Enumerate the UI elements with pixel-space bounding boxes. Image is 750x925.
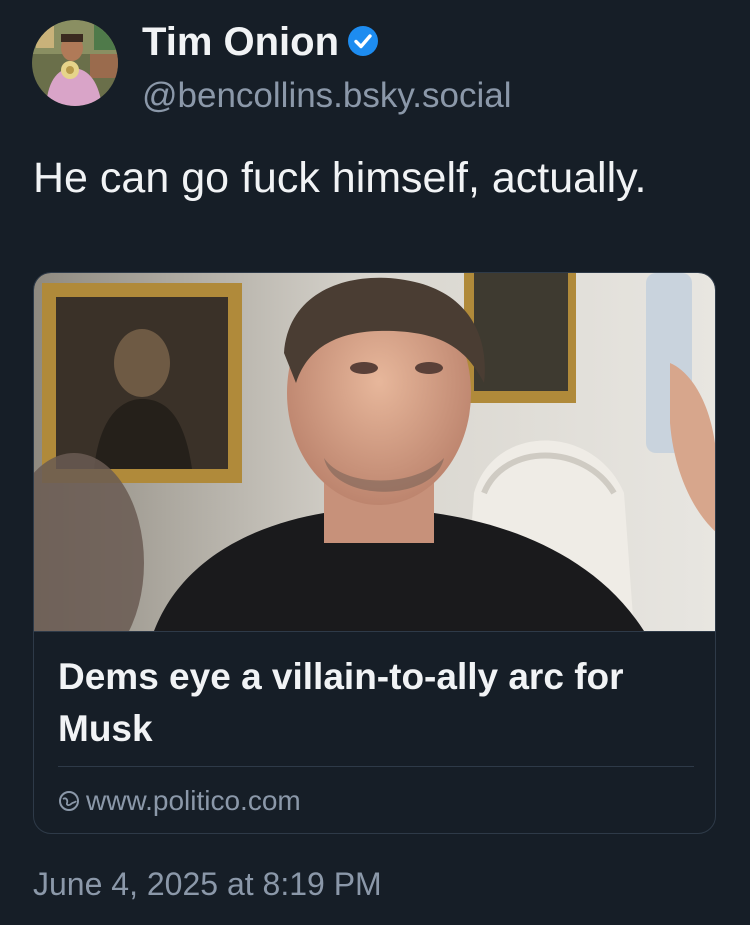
post-timestamp[interactable]: June 4, 2025 at 8:19 PM: [33, 866, 382, 903]
post: Tim Onion @bencollins.bsky.social He can…: [0, 0, 750, 925]
link-card-title[interactable]: Dems eye a villain-to-ally arc for Musk: [58, 651, 688, 755]
link-card-divider: [58, 766, 694, 767]
author-handle[interactable]: @bencollins.bsky.social: [142, 76, 511, 116]
author-names: Tim Onion @bencollins.bsky.social: [142, 20, 511, 116]
globe-icon: [58, 790, 80, 812]
display-name[interactable]: Tim Onion: [142, 20, 339, 64]
display-name-row: Tim Onion: [142, 20, 511, 64]
post-text: He can go fuck himself, actually.: [33, 154, 647, 202]
verified-badge-icon: [347, 25, 379, 57]
link-card-url[interactable]: www.politico.com: [86, 785, 301, 817]
link-card[interactable]: Dems eye a villain-to-ally arc for Musk …: [33, 272, 716, 834]
link-card-source: www.politico.com: [58, 781, 301, 821]
link-card-image: [34, 273, 715, 632]
post-header: Tim Onion @bencollins.bsky.social: [32, 20, 511, 115]
avatar[interactable]: [32, 20, 118, 106]
